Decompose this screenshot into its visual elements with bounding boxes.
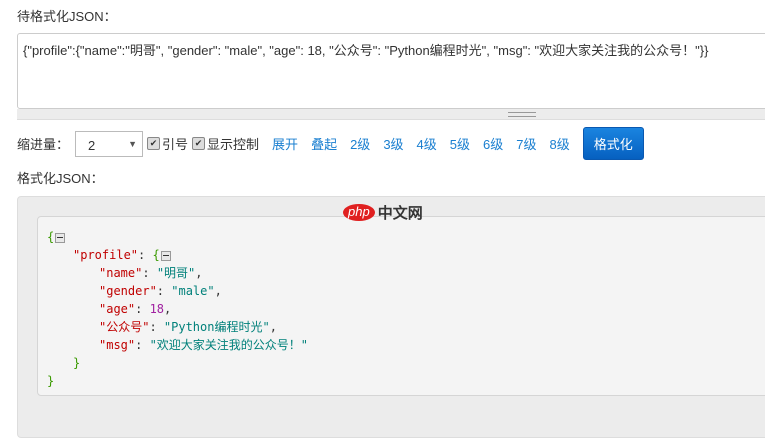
grip-icon (508, 112, 536, 117)
json-line: "name": "明哥", (99, 266, 203, 280)
comma: , (269, 320, 277, 334)
json-line: } (47, 354, 308, 372)
collapse-toggle-icon[interactable] (55, 232, 66, 243)
open-brace: { (47, 230, 55, 244)
json-line: "gender": "male", (99, 284, 222, 298)
controls-bar: 缩进量： 2 ▼ ✔ 引号 ✔ 显示控制 展开 叠起 2级 3级 4级 5级 6级 7级 8级 格… (17, 127, 644, 160)
json-string-value: "欢迎大家关注我的公众号！" (149, 338, 309, 352)
input-label: 待格式化JSON： (17, 9, 117, 24)
collapse-link[interactable]: 叠起 (311, 134, 337, 153)
show-control-checkbox[interactable]: ✔ (192, 137, 206, 150)
json-key: "name" (99, 266, 143, 280)
show-control-label: 显示控制 (207, 137, 260, 152)
json-key: "profile" (73, 248, 139, 262)
textarea-resize-handle[interactable] (17, 109, 765, 120)
close-brace: } (73, 356, 81, 370)
collapse-toggle-icon[interactable] (160, 250, 171, 261)
json-key: "公众号" (99, 320, 150, 334)
close-brace: } (47, 374, 55, 388)
indent-label: 缩进量： (17, 137, 70, 152)
php-cn-watermark: php 中文网 (343, 202, 423, 223)
comma: , (195, 266, 203, 280)
level-link-5[interactable]: 5级 (450, 134, 470, 153)
level-link-3[interactable]: 3级 (383, 134, 403, 153)
json-input-textarea[interactable]: {"profile":{"name":"明哥", "gender": "male… (17, 33, 765, 109)
quote-label: 引号 (162, 137, 189, 152)
json-string-value: "明哥" (156, 266, 196, 280)
expand-link[interactable]: 展开 (272, 134, 298, 153)
json-number-value: 18 (149, 302, 165, 316)
level-link-2[interactable]: 2级 (350, 134, 370, 153)
level-link-8[interactable]: 8级 (549, 134, 569, 153)
level-link-6[interactable]: 6级 (483, 134, 503, 153)
dropdown-arrow-icon: ▼ (128, 138, 138, 149)
format-button[interactable]: 格式化 (582, 127, 644, 160)
json-key: "gender" (99, 284, 157, 298)
indent-select[interactable]: 2 ▼ (75, 130, 144, 157)
level-link-7[interactable]: 7级 (516, 134, 536, 153)
indent-value: 2 (88, 137, 96, 153)
json-line: "msg": "欢迎大家关注我的公众号！" (99, 338, 309, 352)
json-string-value: "Python编程时光" (163, 320, 270, 334)
json-string-value: "male" (171, 284, 215, 298)
json-line: } (47, 372, 308, 390)
json-key: "msg" (99, 338, 136, 352)
json-line: "age": 18, (99, 302, 172, 316)
json-key: "age" (99, 302, 136, 316)
json-line: "公众号": "Python编程时光", (99, 320, 277, 334)
level-link-4[interactable]: 4级 (417, 134, 437, 153)
quote-checkbox[interactable]: ✔ (147, 137, 161, 150)
json-line: "profile": { (47, 246, 308, 264)
comma: , (214, 284, 222, 298)
json-line: { (47, 228, 308, 246)
comma: , (164, 302, 172, 316)
output-label: 格式化JSON： (17, 171, 104, 186)
open-brace: { (152, 248, 160, 262)
formatted-json-code: {"profile": {"name": "明哥", "gender": "mal… (47, 228, 308, 390)
